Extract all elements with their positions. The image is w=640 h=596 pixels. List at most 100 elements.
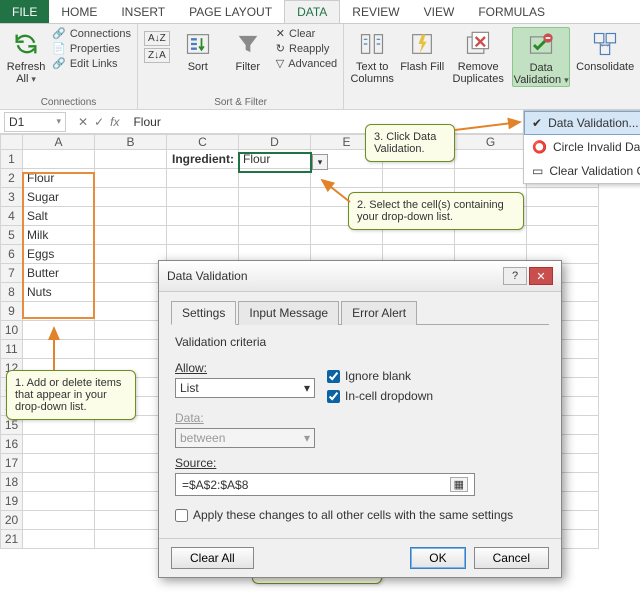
col-header[interactable]: D [239,135,311,150]
cell[interactable] [455,150,527,169]
row-header[interactable]: 5 [1,226,23,245]
col-header[interactable]: C [167,135,239,150]
properties-button[interactable]: 📄Properties [52,42,131,55]
cell[interactable]: Sugar [23,188,95,207]
dialog-help-button[interactable]: ? [503,267,527,285]
select-all-corner[interactable] [1,135,23,150]
row-header[interactable]: 18 [1,473,23,492]
menu-clear-validation[interactable]: ▭ Clear Validation C [524,159,640,183]
filter-button[interactable]: Filter [226,27,270,73]
dialog-tab-settings[interactable]: Settings [171,301,236,325]
cell-D1[interactable]: Flour [239,150,311,169]
row-header[interactable]: 8 [1,283,23,302]
cell[interactable] [95,245,167,264]
row-header[interactable]: 20 [1,511,23,530]
tab-home[interactable]: HOME [49,0,109,23]
cell[interactable] [455,169,527,188]
source-input[interactable]: =$A$2:$A$8 ▦ [175,473,475,496]
cell[interactable] [239,169,311,188]
cell[interactable] [167,188,239,207]
tab-insert[interactable]: INSERT [109,0,177,23]
sort-button[interactable]: Sort [176,27,220,73]
cell[interactable] [167,169,239,188]
remove-duplicates-button[interactable]: Remove Duplicates [450,27,506,85]
row-header[interactable]: 17 [1,454,23,473]
cell[interactable] [167,207,239,226]
cell[interactable] [527,207,599,226]
advanced-filter-button[interactable]: ▽Advanced [276,57,337,70]
cell[interactable] [527,188,599,207]
row-header[interactable]: 7 [1,264,23,283]
cell[interactable] [527,226,599,245]
dialog-tab-input-message[interactable]: Input Message [238,301,339,325]
cell[interactable]: Butter [23,264,95,283]
cell[interactable] [95,188,167,207]
row-header[interactable]: 6 [1,245,23,264]
cell[interactable] [167,226,239,245]
incell-dropdown-checkbox[interactable]: In-cell dropdown [327,389,433,403]
row-header[interactable]: 1 [1,150,23,169]
row-header[interactable]: 4 [1,207,23,226]
row-header[interactable]: 10 [1,321,23,340]
range-selector-icon[interactable]: ▦ [450,477,468,492]
cell[interactable]: Eggs [23,245,95,264]
ok-button[interactable]: OK [410,547,465,569]
cell[interactable] [239,188,311,207]
reapply-button[interactable]: ↻Reapply [276,42,337,55]
tab-pagelayout[interactable]: PAGE LAYOUT [177,0,284,23]
cell[interactable] [23,150,95,169]
data-validation-button[interactable]: Data Validation [512,27,570,87]
row-header[interactable]: 16 [1,435,23,454]
name-box[interactable]: D1 ▾ [4,112,66,132]
cell-dropdown-arrow[interactable]: ▾ [312,154,328,170]
cell[interactable] [95,283,167,302]
cell[interactable] [311,169,383,188]
col-header[interactable]: A [23,135,95,150]
cell[interactable]: Salt [23,207,95,226]
row-header[interactable]: 3 [1,188,23,207]
row-header[interactable]: 9 [1,302,23,321]
cell[interactable] [95,226,167,245]
col-header[interactable]: B [95,135,167,150]
cell[interactable] [383,169,455,188]
tab-data[interactable]: DATA [284,0,340,23]
enter-formula-icon[interactable]: ✓ [94,115,104,129]
cell[interactable]: Ingredient: [167,150,239,169]
dialog-close-button[interactable]: ✕ [529,267,553,285]
clear-filter-button[interactable]: ✕Clear [276,27,337,40]
tab-formulas[interactable]: FORMULAS [466,0,557,23]
text-to-columns-button[interactable]: Text to Columns [350,27,394,85]
tab-review[interactable]: REVIEW [340,0,411,23]
allow-select[interactable]: List▾ [175,378,315,398]
col-header[interactable]: G [455,135,527,150]
dialog-tab-error-alert[interactable]: Error Alert [341,301,417,325]
cancel-formula-icon[interactable]: ✕ [78,115,88,129]
apply-all-checkbox[interactable]: Apply these changes to all other cells w… [175,508,545,522]
cell[interactable] [95,169,167,188]
consolidate-button[interactable]: Consolidate [576,27,634,73]
refresh-all-button[interactable]: Refresh All [6,27,46,85]
cell[interactable] [95,150,167,169]
cell[interactable]: Nuts [23,283,95,302]
tab-view[interactable]: VIEW [412,0,467,23]
cell[interactable] [239,207,311,226]
menu-circle-invalid[interactable]: ⭕ Circle Invalid Data [524,135,640,159]
flash-fill-button[interactable]: Flash Fill [400,27,444,73]
row-header[interactable]: 11 [1,340,23,359]
cancel-button[interactable]: Cancel [474,547,549,569]
connections-button[interactable]: 🔗Connections [52,27,131,40]
cell[interactable] [95,264,167,283]
fx-icon[interactable]: fx [110,115,119,129]
cell[interactable]: Milk [23,226,95,245]
tab-file[interactable]: FILE [0,0,49,23]
row-header[interactable]: 19 [1,492,23,511]
row-header[interactable]: 21 [1,530,23,549]
ignore-blank-checkbox[interactable]: Ignore blank [327,369,433,383]
row-header[interactable]: 2 [1,169,23,188]
cell[interactable]: Flour [23,169,95,188]
clear-all-button[interactable]: Clear All [171,547,254,569]
menu-data-validation[interactable]: ✔ Data Validation... [524,111,640,135]
edit-links-button[interactable]: 🔗Edit Links [52,57,131,70]
cell[interactable] [95,207,167,226]
sort-az-za[interactable]: A↓Z Z↓A [144,27,170,63]
